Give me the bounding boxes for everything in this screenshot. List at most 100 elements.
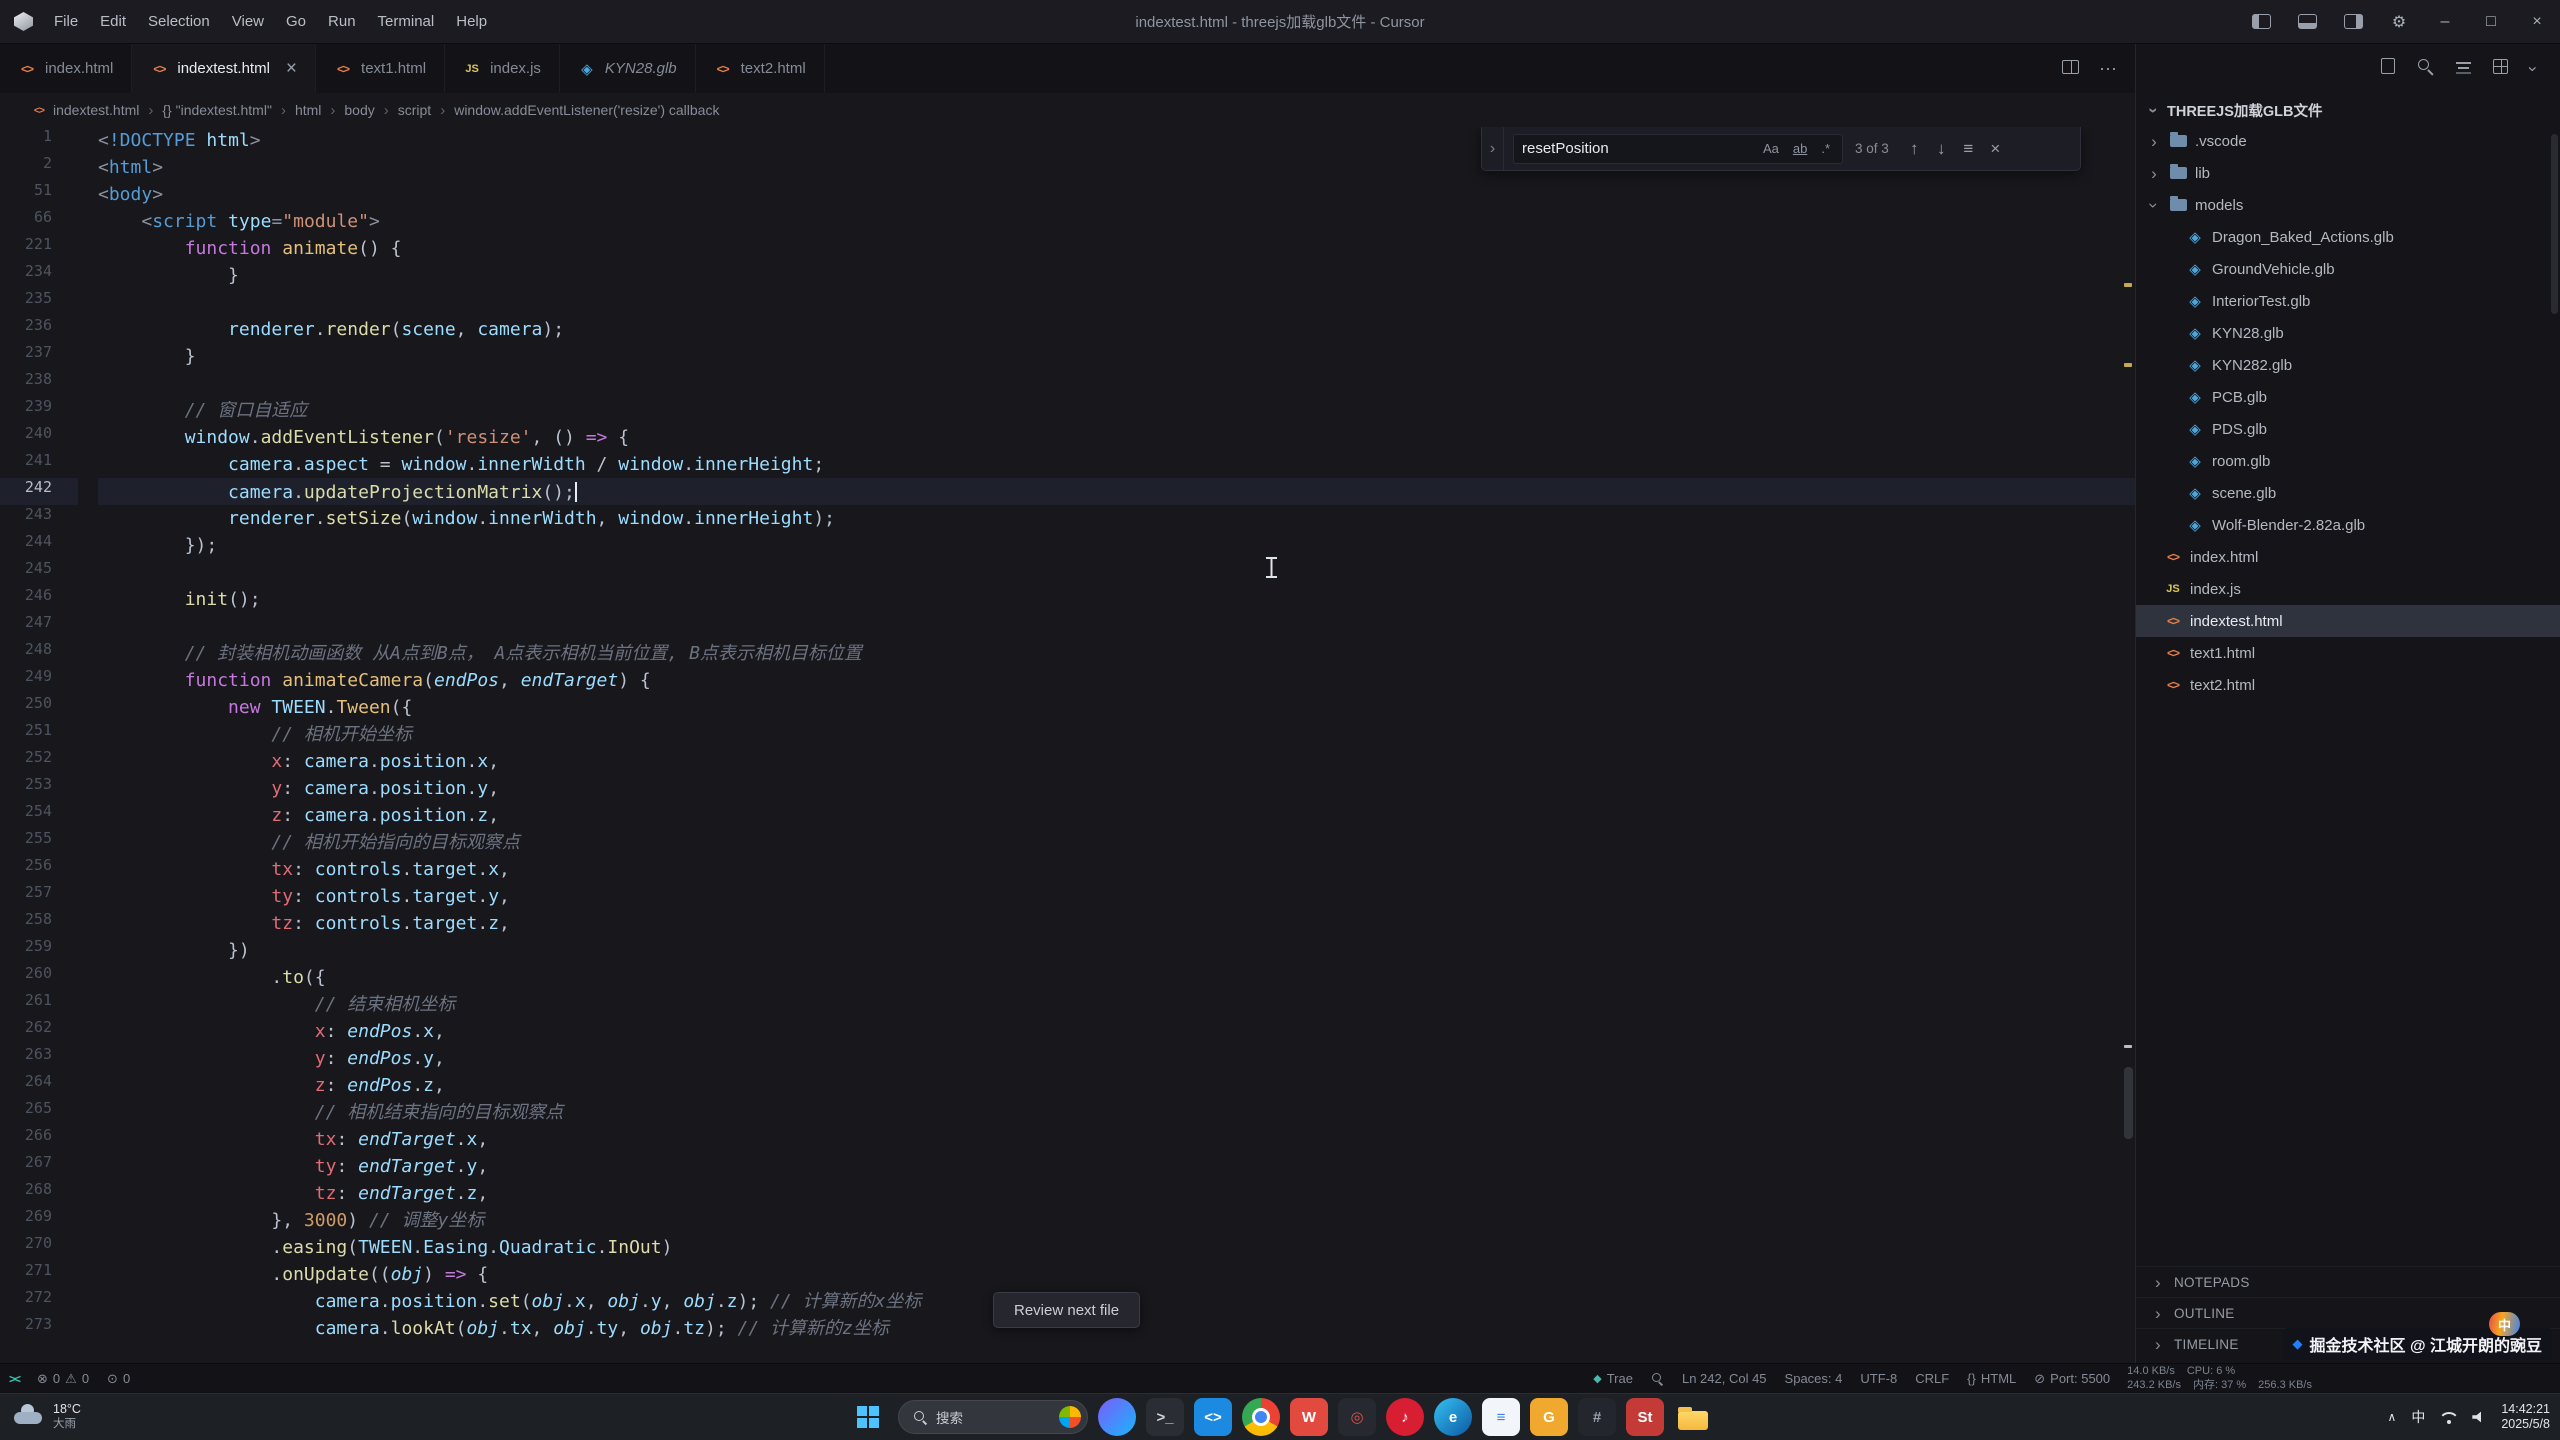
layout-panel-bottom-icon[interactable] [2284, 0, 2330, 44]
code-line[interactable]: x: camera.position.x, [98, 748, 2135, 775]
menu-selection[interactable]: Selection [137, 0, 221, 44]
code-line[interactable]: // 相机开始坐标 [98, 721, 2135, 748]
ime-indicator[interactable]: 中 [2411, 1407, 2425, 1427]
encoding-indicator[interactable]: UTF-8 [1851, 1364, 1906, 1393]
code-line[interactable]: renderer.setSize(window.innerWidth, wind… [98, 505, 2135, 532]
tree-item-PDS.glb[interactable]: PDS.glb [2136, 413, 2560, 445]
tree-item-index.js[interactable]: index.js [2136, 573, 2560, 605]
indentation-indicator[interactable]: Spaces: 4 [1776, 1364, 1852, 1393]
find-next-button[interactable]: ↓ [1928, 139, 1955, 159]
whole-word-toggle[interactable]: ab [1789, 140, 1811, 157]
ime-badge[interactable]: 中 [2489, 1312, 2520, 1336]
vscode-icon[interactable]: <> [1194, 1398, 1232, 1436]
code-line[interactable]: }); [98, 532, 2135, 559]
breadcrumb-item[interactable]: body [344, 102, 374, 118]
tree-item-Wolf-Blender-2.82a.glb[interactable]: Wolf-Blender-2.82a.glb [2136, 509, 2560, 541]
eol-indicator[interactable]: CRLF [1906, 1364, 1958, 1393]
game-icon[interactable]: G [1530, 1398, 1568, 1436]
menu-terminal[interactable]: Terminal [367, 0, 446, 44]
more-actions-icon[interactable]: ··· [2099, 58, 2117, 79]
language-indicator[interactable]: {} HTML [1958, 1364, 2025, 1393]
tray-chevron-icon[interactable]: ∧ [2388, 1410, 2397, 1424]
code-line[interactable]: // 结束相机坐标 [98, 991, 2135, 1018]
sidebar-scrollbar[interactable] [2551, 134, 2558, 314]
breadcrumb-item[interactable]: indextest.html [30, 101, 139, 119]
breadcrumb-item[interactable]: {} "indextest.html" [162, 102, 272, 118]
code-line[interactable]: z: endPos.z, [98, 1072, 2135, 1099]
editor[interactable]: 1251662212342352362372382392402412422432… [0, 127, 2135, 1363]
console-icon[interactable]: # [1578, 1398, 1616, 1436]
code-line[interactable]: // 相机结束指向的目标观察点 [98, 1099, 2135, 1126]
terminal-icon[interactable]: >_ [1146, 1398, 1184, 1436]
code-line[interactable]: ty: controls.target.y, [98, 883, 2135, 910]
tree-item-GroundVehicle.glb[interactable]: GroundVehicle.glb [2136, 253, 2560, 285]
code-line[interactable]: // 窗口自适应 [98, 397, 2135, 424]
code-line[interactable]: tz: endTarget.z, [98, 1180, 2135, 1207]
ports-indicator[interactable]: ⊙0 [98, 1364, 139, 1393]
code-line[interactable]: .to({ [98, 964, 2135, 991]
code-line[interactable]: tx: endTarget.x, [98, 1126, 2135, 1153]
code-line[interactable]: x: endPos.x, [98, 1018, 2135, 1045]
settings-gear-icon[interactable]: ⚙ [2376, 0, 2422, 44]
start-button[interactable] [848, 1397, 888, 1437]
chevron-down-icon[interactable]: › [2530, 59, 2536, 79]
code-line[interactable] [98, 559, 2135, 586]
wps-icon[interactable]: W [1290, 1398, 1328, 1436]
code-line[interactable]: z: camera.position.z, [98, 802, 2135, 829]
close-button[interactable]: × [2514, 0, 2560, 44]
tree-item-indextest.html[interactable]: indextest.html [2136, 605, 2560, 637]
find-toggle-replace-chevron[interactable]: › [1482, 127, 1504, 170]
trae-indicator[interactable]: ◆Trae [1584, 1364, 1642, 1393]
code-line[interactable]: }, 3000) // 调整y坐标 [98, 1207, 2135, 1234]
tree-item-Dragon_Baked_Actions.glb[interactable]: Dragon_Baked_Actions.glb [2136, 221, 2560, 253]
code-line[interactable]: .easing(TWEEN.Easing.Quadratic.InOut) [98, 1234, 2135, 1261]
code-line[interactable]: init(); [98, 586, 2135, 613]
code-line[interactable]: tx: controls.target.x, [98, 856, 2135, 883]
network-icon[interactable] [2440, 1411, 2457, 1424]
code-line[interactable]: // 封装相机动画函数 从A点到B点， A点表示相机当前位置, B点表示相机目标… [98, 640, 2135, 667]
code-line[interactable]: ty: endTarget.y, [98, 1153, 2135, 1180]
tree-item-models[interactable]: ›models [2136, 189, 2560, 221]
tree-item-text1.html[interactable]: text1.html [2136, 637, 2560, 669]
tab-KYN28.glb[interactable]: KYN28.glb [560, 44, 696, 93]
code-line[interactable]: renderer.render(scene, camera); [98, 316, 2135, 343]
split-editor-icon[interactable] [2062, 58, 2079, 79]
code-line[interactable]: tz: controls.target.z, [98, 910, 2135, 937]
cursor-position[interactable]: Ln 242, Col 45 [1673, 1364, 1776, 1393]
match-case-toggle[interactable]: Aa [1759, 140, 1783, 157]
taskbar-search[interactable]: 搜索 [898, 1400, 1088, 1434]
tab-index.html[interactable]: index.html [0, 44, 132, 93]
tree-item-room.glb[interactable]: room.glb [2136, 445, 2560, 477]
code-line[interactable]: } [98, 343, 2135, 370]
zoom-indicator[interactable] [1642, 1364, 1673, 1393]
problems-indicator[interactable]: ⊗0 ⚠0 [28, 1364, 98, 1393]
find-previous-button[interactable]: ↑ [1901, 139, 1928, 159]
layout-grid-icon[interactable] [2493, 59, 2508, 79]
open-editors-icon[interactable] [2381, 58, 2395, 79]
chrome-icon[interactable] [1242, 1398, 1280, 1436]
menu-go[interactable]: Go [275, 0, 317, 44]
volume-icon[interactable] [2472, 1411, 2486, 1423]
code-line[interactable]: <body> [98, 181, 2135, 208]
menu-edit[interactable]: Edit [89, 0, 137, 44]
editor-scrollbar[interactable] [2124, 1067, 2133, 1139]
tab-text2.html[interactable]: text2.html [696, 44, 825, 93]
tree-root-folder[interactable]: ›THREEJS加载GLB文件 [2136, 95, 2560, 125]
file-explorer-icon[interactable] [1674, 1398, 1712, 1436]
menu-file[interactable]: File [43, 0, 89, 44]
code-line[interactable]: new TWEEN.Tween({ [98, 694, 2135, 721]
filter-icon[interactable] [2456, 58, 2471, 79]
minimize-button[interactable]: – [2422, 0, 2468, 44]
code-line[interactable]: function animate() { [98, 235, 2135, 262]
code-line[interactable]: .onUpdate((obj) => { [98, 1261, 2135, 1288]
code-line[interactable] [98, 289, 2135, 316]
port-indicator[interactable]: ⊘Port: 5500 [2025, 1364, 2119, 1393]
search-icon[interactable] [2417, 58, 2434, 80]
review-next-file-button[interactable]: Review next file [993, 1292, 1140, 1328]
layout-sidebar-left-icon[interactable] [2238, 0, 2284, 44]
code-lines[interactable]: <!DOCTYPE html><html><body> <script type… [78, 127, 2135, 1363]
menu-view[interactable]: View [221, 0, 275, 44]
menu-run[interactable]: Run [317, 0, 367, 44]
music-app-icon[interactable]: ◎ [1338, 1398, 1376, 1436]
breadcrumb-item[interactable]: window.addEventListener('resize') callba… [454, 102, 719, 118]
